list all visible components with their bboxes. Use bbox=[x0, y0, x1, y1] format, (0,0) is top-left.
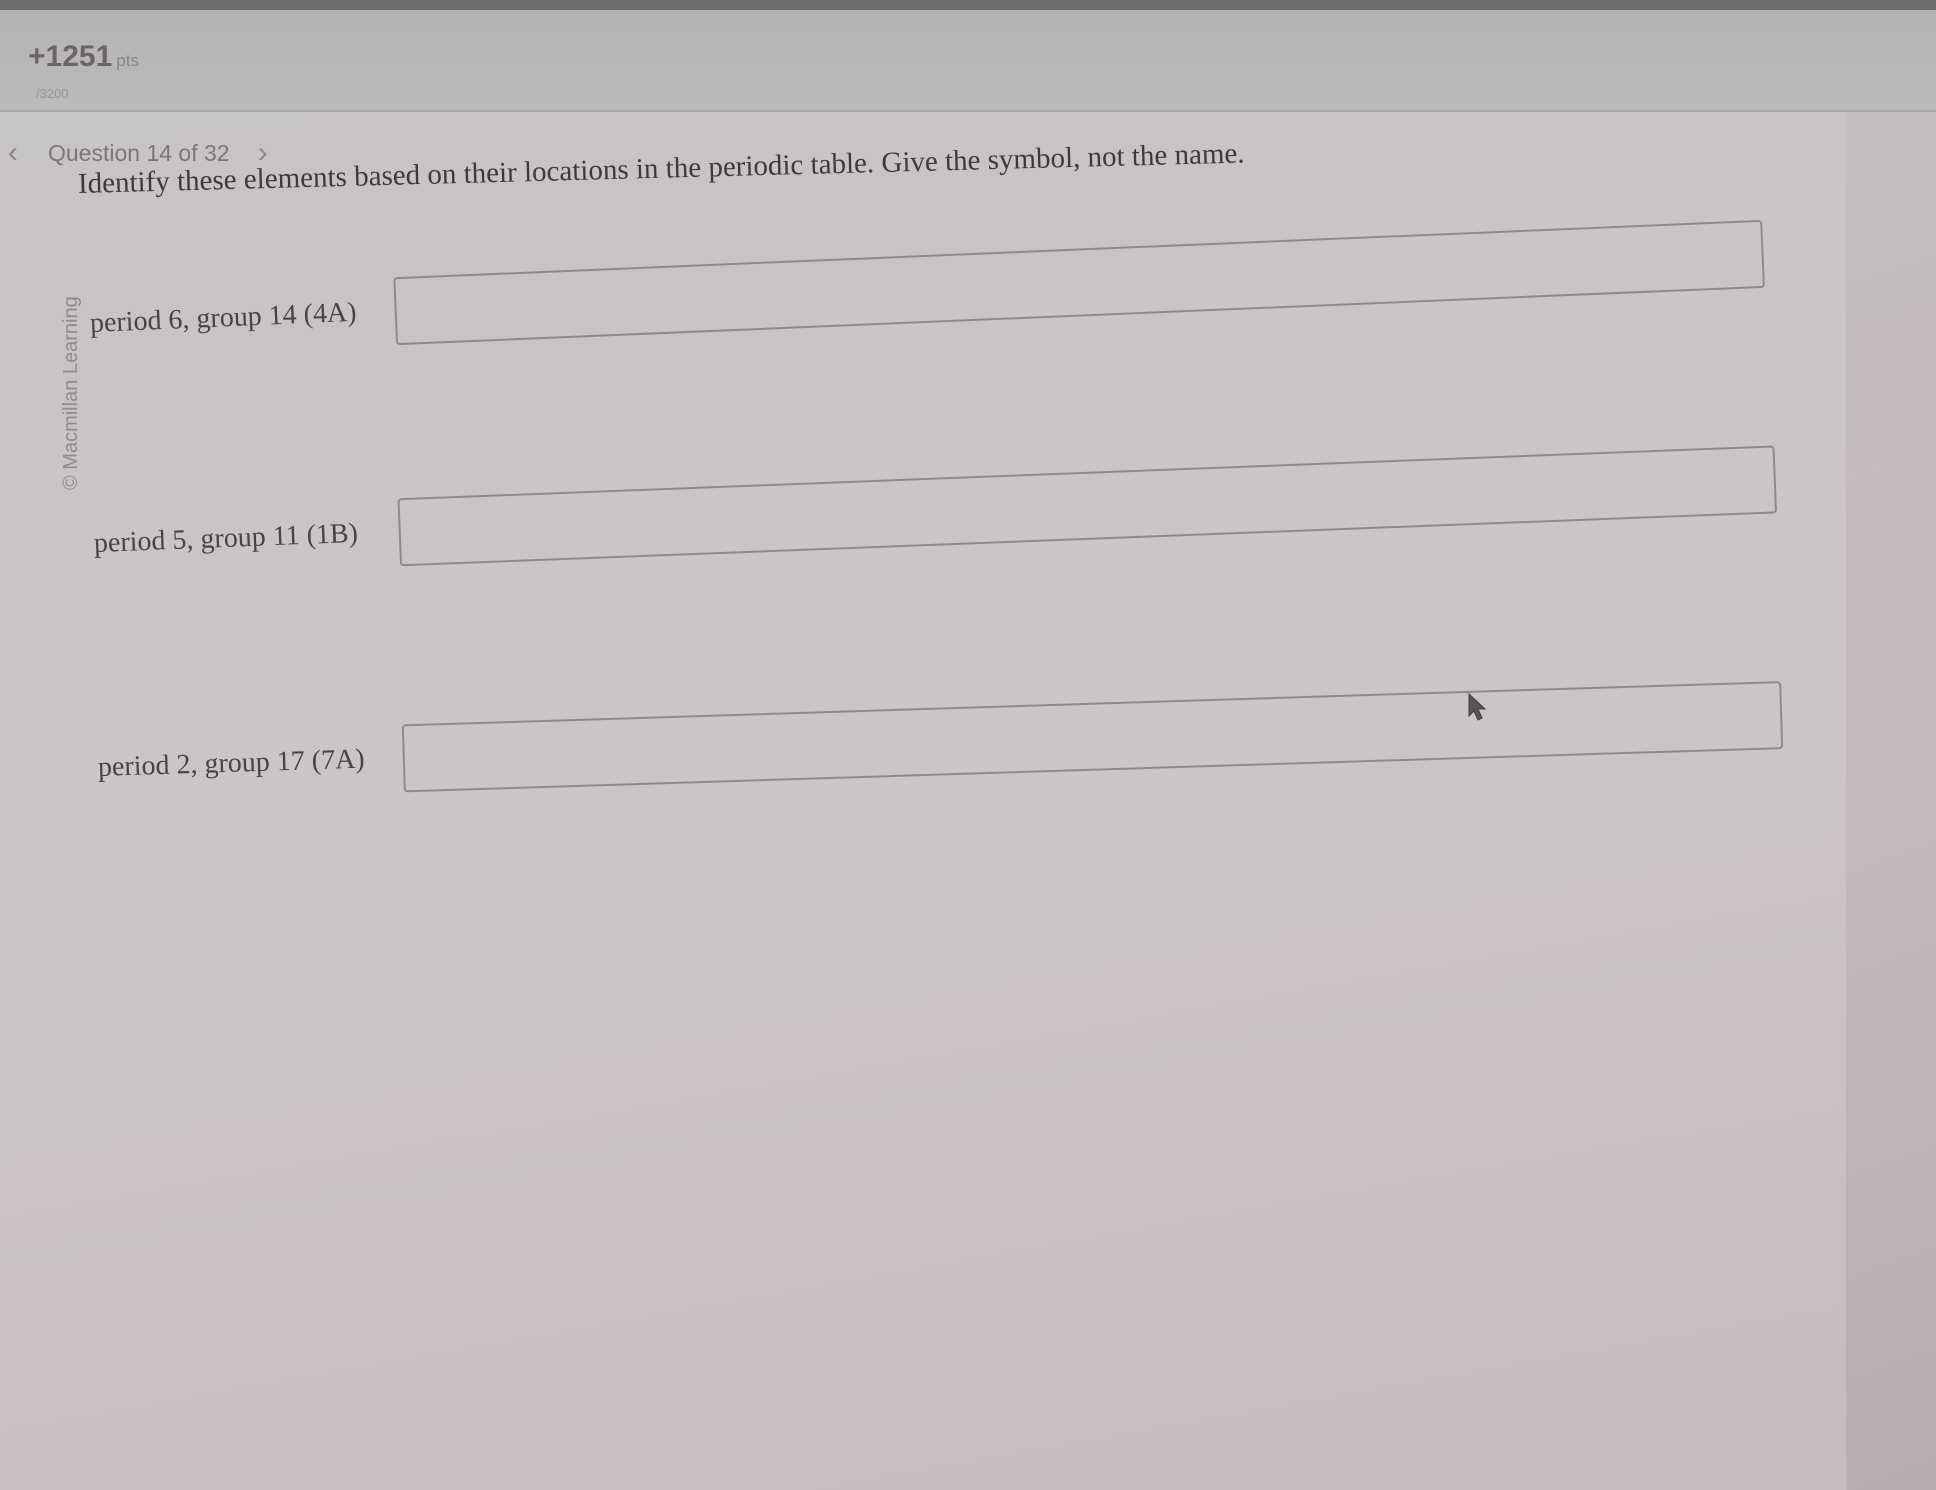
score-header: +1251 pts /3200 bbox=[0, 10, 1936, 112]
score-total: /3200 bbox=[36, 86, 69, 101]
mouse-pointer-icon bbox=[1468, 692, 1487, 721]
question-label: period 2, group 17 (7A) bbox=[97, 743, 366, 783]
question-counter: Question 14 of 32 bbox=[48, 139, 230, 166]
question-label: period 5, group 11 (1B) bbox=[93, 517, 359, 559]
chevron-left-icon[interactable]: ‹ bbox=[8, 136, 18, 170]
question-label: period 6, group 14 (4A) bbox=[89, 296, 358, 339]
score-value: +1251 bbox=[28, 40, 113, 73]
score-unit: pts bbox=[116, 51, 139, 70]
top-strip bbox=[0, 0, 1936, 10]
copyright-watermark: © Macmillan Learning bbox=[60, 296, 82, 490]
score-display: +1251 pts bbox=[28, 40, 139, 74]
